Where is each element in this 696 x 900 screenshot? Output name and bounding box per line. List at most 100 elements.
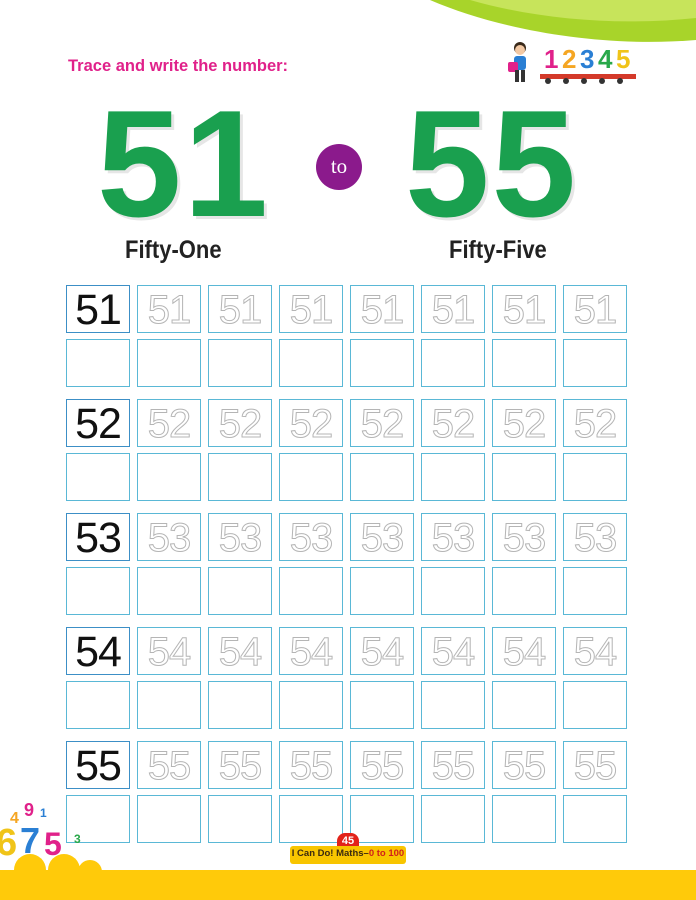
write-cell[interactable]	[350, 453, 414, 501]
write-cell[interactable]	[421, 339, 485, 387]
write-cell[interactable]	[421, 567, 485, 615]
trace-cell[interactable]: 53	[492, 513, 556, 561]
dotted-number: 52	[218, 402, 263, 447]
write-cell[interactable]	[137, 567, 201, 615]
trace-cell[interactable]: 53	[563, 513, 627, 561]
trace-cell[interactable]: 51	[350, 285, 414, 333]
trace-cell[interactable]: 55	[421, 741, 485, 789]
trace-cell[interactable]: 51	[563, 285, 627, 333]
trace-cell[interactable]: 53	[350, 513, 414, 561]
dotted-number: 51	[502, 288, 547, 333]
trace-cell[interactable]: 51	[492, 285, 556, 333]
write-cell[interactable]	[563, 339, 627, 387]
trace-cell[interactable]: 54	[421, 627, 485, 675]
dotted-number: 54	[147, 630, 192, 675]
train-number-4: 4	[598, 44, 613, 74]
write-cell[interactable]	[563, 795, 627, 843]
trace-cell[interactable]: 54	[137, 627, 201, 675]
trace-cell[interactable]: 53	[421, 513, 485, 561]
trace-cell[interactable]: 54	[279, 627, 343, 675]
write-cell[interactable]	[563, 681, 627, 729]
trace-cell[interactable]: 52	[279, 399, 343, 447]
model-cell: 51	[66, 285, 130, 333]
write-cell[interactable]	[421, 795, 485, 843]
dotted-number: 53	[573, 516, 618, 561]
train-number-3: 3	[580, 44, 595, 74]
trace-cell[interactable]: 52	[137, 399, 201, 447]
trace-cell[interactable]: 52	[208, 399, 272, 447]
write-cell[interactable]	[208, 453, 272, 501]
trace-cell[interactable]: 52	[350, 399, 414, 447]
dotted-number: 51	[431, 288, 476, 333]
write-cell[interactable]	[350, 795, 414, 843]
trace-cell[interactable]: 55	[350, 741, 414, 789]
model-cell: 53	[66, 513, 130, 561]
write-cell[interactable]	[66, 453, 130, 501]
train-number-5: 5	[616, 44, 631, 74]
trace-cell[interactable]: 54	[492, 627, 556, 675]
write-cell[interactable]	[279, 453, 343, 501]
dotted-number: 53	[218, 516, 263, 561]
trace-cell[interactable]: 53	[208, 513, 272, 561]
write-cell[interactable]	[421, 453, 485, 501]
trace-cell[interactable]: 55	[208, 741, 272, 789]
trace-cell[interactable]: 55	[492, 741, 556, 789]
write-cell[interactable]	[563, 453, 627, 501]
dotted-number: 55	[502, 744, 547, 789]
write-cell[interactable]	[279, 681, 343, 729]
write-cell[interactable]	[137, 339, 201, 387]
write-cell[interactable]	[492, 681, 556, 729]
write-cell[interactable]	[492, 567, 556, 615]
trace-cell[interactable]: 54	[208, 627, 272, 675]
trace-cell[interactable]: 51	[137, 285, 201, 333]
write-cell[interactable]	[208, 795, 272, 843]
write-cell[interactable]	[66, 567, 130, 615]
dotted-number: 53	[431, 516, 476, 561]
dotted-number: 53	[360, 516, 405, 561]
dotted-number: 53	[147, 516, 192, 561]
trace-cell[interactable]: 53	[137, 513, 201, 561]
write-cell[interactable]	[350, 339, 414, 387]
corner-digit: 1	[40, 806, 47, 820]
write-cell[interactable]	[279, 795, 343, 843]
practice-row-54	[66, 681, 630, 731]
trace-cell[interactable]: 51	[208, 285, 272, 333]
model-cell: 54	[66, 627, 130, 675]
write-cell[interactable]	[66, 681, 130, 729]
write-cell[interactable]	[279, 339, 343, 387]
write-cell[interactable]	[137, 795, 201, 843]
trace-cell[interactable]: 52	[421, 399, 485, 447]
trace-cell[interactable]: 53	[279, 513, 343, 561]
dotted-number: 51	[573, 288, 618, 333]
tracing-grid: 51 51 51 51 51 51 51 51 52 52 52 52 52 5…	[66, 285, 630, 855]
write-cell[interactable]	[208, 567, 272, 615]
trace-cell[interactable]: 55	[137, 741, 201, 789]
book-range: 0 to 100	[368, 848, 405, 859]
write-cell[interactable]	[350, 567, 414, 615]
write-cell[interactable]	[421, 681, 485, 729]
dotted-number: 52	[360, 402, 405, 447]
trace-cell[interactable]: 54	[350, 627, 414, 675]
write-cell[interactable]	[208, 339, 272, 387]
write-cell[interactable]	[492, 453, 556, 501]
write-cell[interactable]	[563, 567, 627, 615]
write-cell[interactable]	[66, 339, 130, 387]
dotted-number: 54	[502, 630, 547, 675]
corner-digit: 3	[74, 832, 81, 846]
trace-cell[interactable]: 51	[421, 285, 485, 333]
corner-digit: 9	[24, 800, 35, 820]
write-cell[interactable]	[492, 795, 556, 843]
trace-cell[interactable]: 52	[563, 399, 627, 447]
trace-cell[interactable]: 55	[279, 741, 343, 789]
write-cell[interactable]	[279, 567, 343, 615]
trace-cell[interactable]: 55	[563, 741, 627, 789]
write-cell[interactable]	[492, 339, 556, 387]
trace-cell[interactable]: 51	[279, 285, 343, 333]
trace-cell[interactable]: 54	[563, 627, 627, 675]
write-cell[interactable]	[350, 681, 414, 729]
practice-row-52	[66, 453, 630, 503]
write-cell[interactable]	[208, 681, 272, 729]
write-cell[interactable]	[137, 681, 201, 729]
trace-cell[interactable]: 52	[492, 399, 556, 447]
write-cell[interactable]	[137, 453, 201, 501]
